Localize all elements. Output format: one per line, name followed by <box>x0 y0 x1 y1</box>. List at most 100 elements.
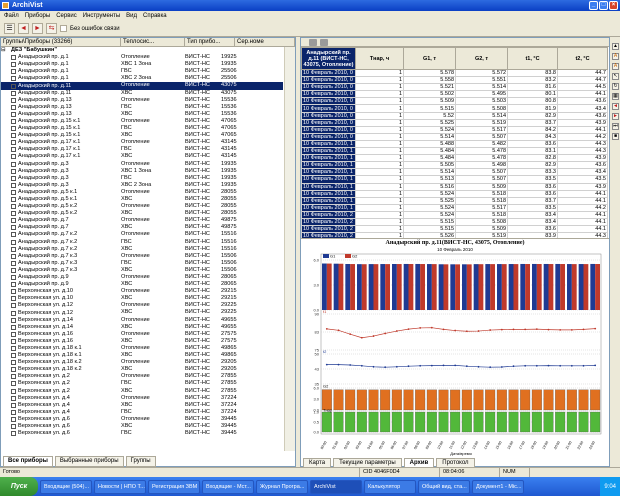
tree-row[interactable]: Анадырский пр. д.17 к.1 ГВС ВИСТ-НС 43145 <box>1 146 283 153</box>
expand-icon[interactable] <box>1 324 11 331</box>
tree-row[interactable]: Анадырский пр. д.13 Отопление ВИСТ-НС 15536 <box>1 97 283 104</box>
device-checkbox[interactable] <box>11 267 16 273</box>
device-checkbox[interactable] <box>11 282 16 288</box>
expand-icon[interactable] <box>1 153 11 160</box>
tree-row[interactable]: Анадырский пр. д.11 Отопление ВИСТ-НС 43075 <box>1 82 283 90</box>
expand-icon[interactable] <box>1 359 11 366</box>
grid-row[interactable]: 10 Февраль 2010, 0 1 5.578 5.572 83.8 44.7 <box>301 68 608 78</box>
device-checkbox[interactable] <box>11 104 16 110</box>
grid-header[interactable]: G2, т <box>455 47 508 70</box>
device-checkbox[interactable] <box>11 431 16 437</box>
tree-row[interactable]: Анадырский пр. д.9 Отопление ВИСТ-НС 28065 <box>1 274 283 281</box>
tree-row[interactable]: Анадырский пр. д.5 к.2 Отопление ВИСТ-НС 28… <box>1 203 283 210</box>
task-item[interactable]: Новости | НПО Т... <box>94 479 146 494</box>
expand-icon[interactable] <box>1 168 11 175</box>
device-checkbox[interactable] <box>11 204 16 210</box>
expand-icon[interactable] <box>1 175 11 182</box>
expand-icon[interactable] <box>1 260 11 267</box>
chart-icon[interactable]: ▦ <box>612 93 619 100</box>
expand-icon[interactable] <box>1 224 11 231</box>
tree-row[interactable]: Анадырский пр. д.7 к.3 Отопление ВИСТ-НС 15… <box>1 253 283 260</box>
device-checkbox[interactable] <box>11 90 16 96</box>
grid-header[interactable]: Тнар, ч <box>355 47 404 70</box>
tree-row[interactable]: Верхоянская ул. д.4 Отопление ВИСТ-НС 37224 <box>1 395 283 402</box>
menu-devices[interactable]: Приборы <box>25 11 50 21</box>
device-checkbox[interactable] <box>11 360 16 366</box>
font-icon[interactable]: A <box>612 63 619 70</box>
expand-icon[interactable] <box>1 345 11 352</box>
tree-row[interactable]: Анадырский пр. д.3 Отопление ВИСТ-НС 19935 <box>1 161 283 168</box>
save-icon[interactable]: ■ <box>612 133 619 140</box>
grid-row[interactable]: 10 Февраль 2010, 1 1 5.513 5.507 83.5 43.5 <box>301 175 608 184</box>
device-checkbox[interactable] <box>11 175 16 181</box>
device-checkbox[interactable] <box>11 275 16 281</box>
tree-row[interactable]: Анадырский пр. д.15 к.1 ХВС ВИСТ-НС 47065 <box>1 132 283 139</box>
expand-icon[interactable] <box>1 182 11 189</box>
expand-icon[interactable] <box>1 302 11 309</box>
device-checkbox[interactable] <box>11 338 16 344</box>
device-checkbox[interactable] <box>11 246 16 252</box>
grid-row[interactable]: 10 Февраль 2010, 1 1 5.484 5.478 82.8 43.9 <box>301 154 608 163</box>
tree-row[interactable]: Анадырский пр. д.7 ХВС ВИСТ-НС 49875 <box>1 224 283 231</box>
tree-row[interactable]: Анадырский пр. д.1 Отопление ВИСТ-НС 19925 <box>1 54 283 61</box>
tree-row[interactable]: Анадырский пр. д.15 к.1 ГВС ВИСТ-НС 47065 <box>1 125 283 132</box>
expand-icon[interactable] <box>1 210 11 217</box>
device-checkbox[interactable] <box>11 69 16 75</box>
expand-icon[interactable] <box>1 111 11 118</box>
forward-icon[interactable]: ► <box>32 23 43 34</box>
task-item[interactable]: Входящие (504)... <box>40 479 92 494</box>
device-checkbox[interactable] <box>11 126 16 132</box>
expand-icon[interactable] <box>1 90 11 97</box>
minimize-button[interactable]: _ <box>589 1 598 10</box>
device-checkbox[interactable] <box>11 232 16 238</box>
tree-row[interactable]: Анадырский пр. д.7 к.2 ГВС ВИСТ-НС 15516 <box>1 239 283 246</box>
device-checkbox[interactable] <box>11 111 16 117</box>
tree-row[interactable]: Верхоянская ул. д.6 ГВС ВИСТ-НС 39445 <box>1 430 283 437</box>
device-checkbox[interactable] <box>11 317 16 323</box>
expand-icon[interactable] <box>1 146 11 153</box>
device-checkbox[interactable] <box>11 402 16 408</box>
tree-row[interactable]: Анадырский пр. д.9 ХВС ВИСТ-НС 28065 <box>1 281 283 288</box>
task-item[interactable]: Калькулятор <box>364 479 416 494</box>
expand-icon[interactable] <box>1 338 11 345</box>
device-checkbox[interactable] <box>11 388 16 394</box>
grid-header[interactable]: t1, °С <box>507 47 558 70</box>
close-button[interactable]: × <box>609 1 618 10</box>
device-checkbox[interactable] <box>11 353 16 359</box>
device-checkbox[interactable] <box>11 253 16 259</box>
device-checkbox[interactable] <box>11 424 16 430</box>
expand-icon[interactable] <box>1 118 11 125</box>
device-checkbox[interactable] <box>11 83 16 89</box>
tree-scrollbar[interactable] <box>284 47 295 451</box>
task-item[interactable]: Входящие - Мст... <box>202 479 254 494</box>
expand-icon[interactable] <box>1 139 11 146</box>
device-checkbox[interactable] <box>11 345 16 351</box>
device-checkbox[interactable] <box>11 76 16 82</box>
refresh-icon[interactable]: ↻ <box>612 83 619 90</box>
device-checkbox[interactable] <box>11 260 16 266</box>
print-preview-icon[interactable] <box>320 38 328 46</box>
tab-groups[interactable]: Группы <box>125 456 156 467</box>
expand-icon[interactable] <box>1 331 11 338</box>
expand-icon[interactable] <box>1 125 11 132</box>
device-checkbox[interactable] <box>11 303 16 309</box>
tree-row[interactable]: Верхоянская ул. д.10 ХВС ВИСТ-НС 29215 <box>1 295 283 302</box>
device-checkbox[interactable] <box>11 211 16 217</box>
expand-icon[interactable] <box>1 61 11 68</box>
tree-row[interactable]: Верхоянская ул. д.4 ГВС ВИСТ-НС 37224 <box>1 409 283 416</box>
tree-row[interactable]: Анадырский пр. д.1 ХВС 2 Зона ВИСТ-НС 25506 <box>1 75 283 82</box>
pointer-icon[interactable]: ↖ <box>612 73 619 80</box>
expand-icon[interactable] <box>1 97 11 104</box>
tree-row[interactable]: Верхоянская ул. д.14 Отопление ВИСТ-НС 4965… <box>1 317 283 324</box>
device-checkbox[interactable] <box>11 324 16 330</box>
expand-icon[interactable] <box>1 132 11 139</box>
font-icon[interactable]: A <box>612 53 619 60</box>
device-checkbox[interactable] <box>11 161 16 167</box>
tab-selected-devices[interactable]: Выбранные приборы <box>54 456 124 467</box>
menu-view[interactable]: Вид <box>126 11 137 21</box>
tree-row[interactable]: Анадырский пр. д.7 к.3 ГВС ВИСТ-НС 15506 <box>1 260 283 267</box>
grid-row[interactable]: 10 Февраль 2010, 1 1 5.524 5.517 83.5 44.2 <box>301 203 608 212</box>
tree-row[interactable]: Анадырский пр. д.17 к.1 ХВС ВИСТ-НС 43145 <box>1 153 283 160</box>
expand-icon[interactable] <box>1 54 11 61</box>
col-heat-system[interactable]: Теплосис... <box>121 38 185 46</box>
